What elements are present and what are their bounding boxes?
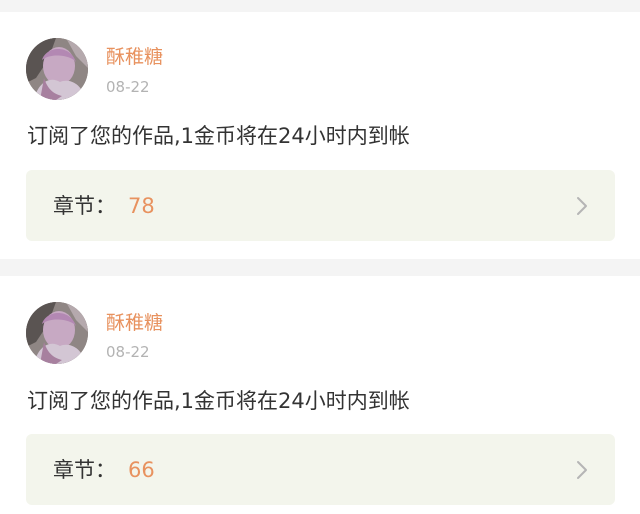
username[interactable]: 酥稚糖 xyxy=(106,312,163,334)
avatar[interactable] xyxy=(26,302,88,364)
chapter-link[interactable]: 章节： 66 xyxy=(26,434,615,505)
avatar-image xyxy=(26,302,88,364)
notification-card: 酥稚糖 08-22 订阅了您的作品,1金币将在24小时内到帐 章节： 66 xyxy=(0,276,640,514)
chevron-right-icon xyxy=(577,197,587,215)
chapter-label: 章节： xyxy=(53,458,116,482)
chapter-number: 66 xyxy=(128,458,155,482)
timestamp: 08-22 xyxy=(106,78,150,96)
username[interactable]: 酥稚糖 xyxy=(106,46,163,68)
chapter-label: 章节： xyxy=(53,194,116,218)
avatar[interactable] xyxy=(26,38,88,100)
notification-feed: 酥稚糖 08-22 订阅了您的作品,1金币将在24小时内到帐 章节： 78 酥稚… xyxy=(0,0,640,514)
chapter-number: 78 xyxy=(128,194,155,218)
chevron-right-icon xyxy=(577,461,587,479)
timestamp: 08-22 xyxy=(106,343,150,361)
notification-message: 订阅了您的作品,1金币将在24小时内到帐 xyxy=(27,389,410,413)
notification-card: 酥稚糖 08-22 订阅了您的作品,1金币将在24小时内到帐 章节： 78 xyxy=(0,12,640,259)
avatar-image xyxy=(26,38,88,100)
notification-message: 订阅了您的作品,1金币将在24小时内到帐 xyxy=(27,124,410,148)
chapter-link[interactable]: 章节： 78 xyxy=(26,170,615,241)
